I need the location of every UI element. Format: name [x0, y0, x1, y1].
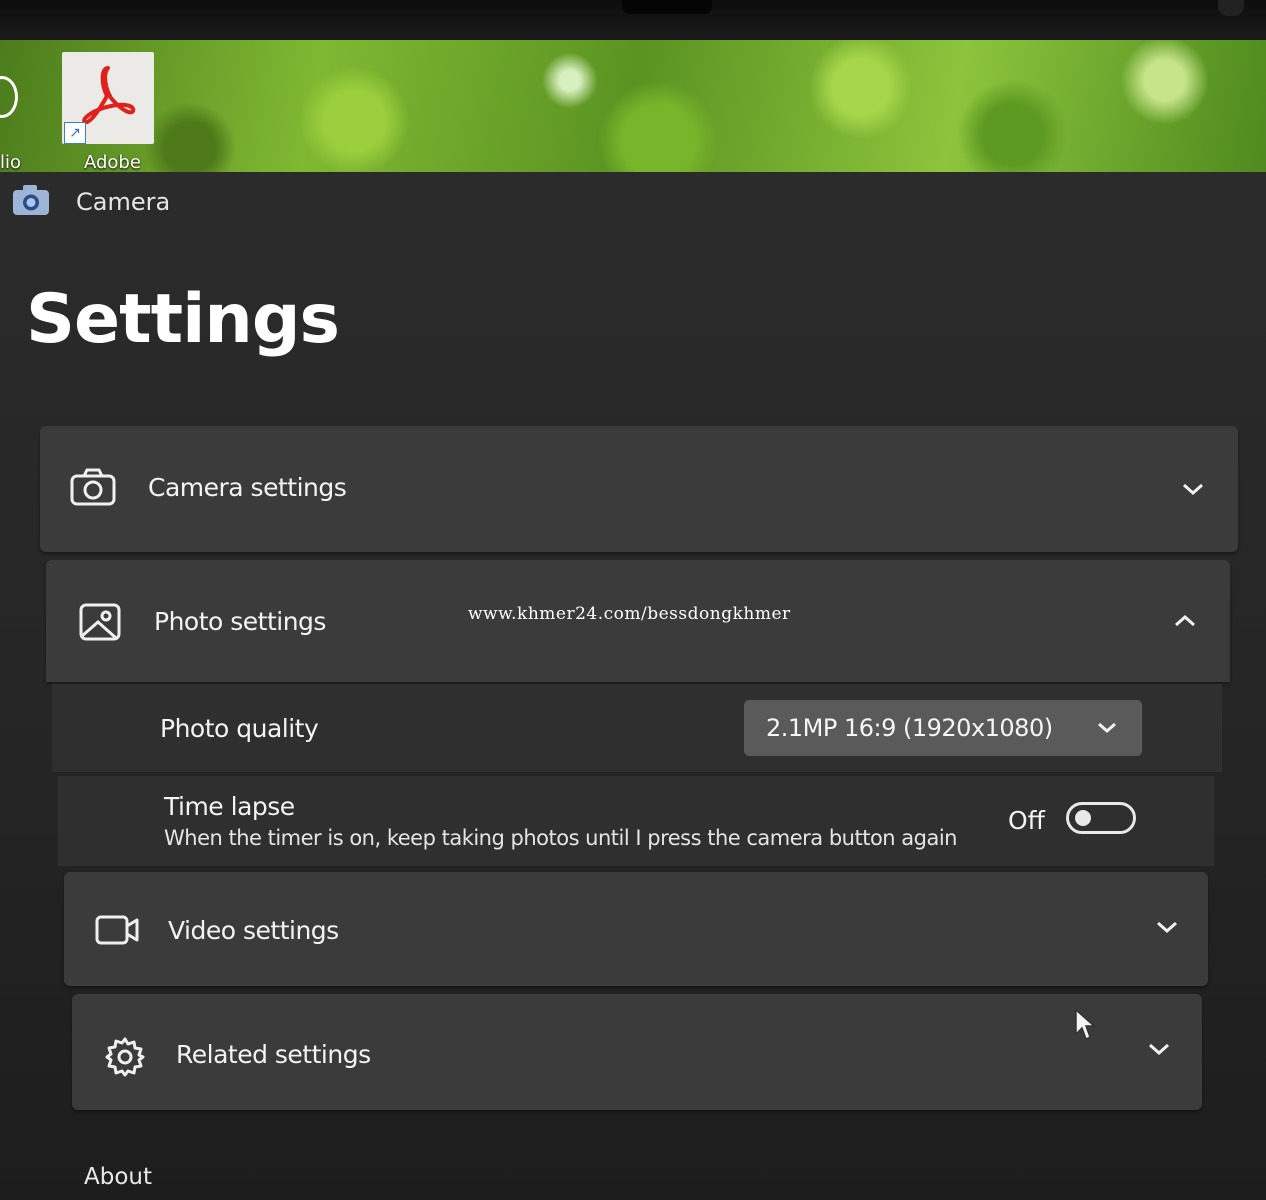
watermark-text: www.khmer24.com/bessdongkhmer: [468, 604, 791, 624]
desktop-shortcut-label[interactable]: Adobe: [84, 152, 141, 173]
chevron-up-icon[interactable]: [1172, 612, 1198, 630]
photo-icon: [79, 603, 121, 641]
about-link[interactable]: About: [84, 1164, 152, 1190]
chevron-down-icon[interactable]: [1146, 1040, 1172, 1058]
chevron-down-icon: [1098, 722, 1116, 733]
time-lapse-description: When the timer is on, keep taking photos…: [164, 826, 958, 850]
time-lapse-toggle[interactable]: [1066, 802, 1136, 834]
photo-quality-label: Photo quality: [160, 714, 319, 743]
camera-icon: [13, 185, 49, 215]
video-settings-expander[interactable]: Video settings: [64, 872, 1208, 986]
monitor-bezel-notch: [622, 0, 712, 14]
toggle-knob: [1075, 810, 1091, 826]
camera-icon: [70, 468, 116, 506]
webcam-housing: [1218, 0, 1244, 16]
video-camera-icon: [95, 915, 139, 945]
photo-quality-row: Photo quality 2.1MP 16:9 (1920x1080): [52, 684, 1222, 772]
mouse-cursor-icon: [1075, 1008, 1096, 1041]
time-lapse-row: Time lapse When the timer is on, keep ta…: [58, 776, 1214, 866]
page-title: Settings: [26, 280, 340, 359]
photo-settings-label: Photo settings: [154, 607, 326, 636]
desktop-partial-label: lio: [0, 152, 22, 173]
time-lapse-state-label: Off: [1008, 806, 1045, 835]
camera-app-window: Camera Settings Camera settings Photo se…: [0, 172, 1266, 1200]
camera-settings-expander[interactable]: Camera settings: [40, 426, 1238, 552]
related-settings-label: Related settings: [176, 1040, 371, 1069]
app-title: Camera: [76, 188, 171, 216]
shortcut-arrow-icon: ↗: [64, 122, 86, 144]
photo-quality-dropdown[interactable]: 2.1MP 16:9 (1920x1080): [744, 700, 1142, 756]
related-settings-expander[interactable]: Related settings: [72, 994, 1202, 1110]
chevron-down-icon[interactable]: [1180, 480, 1206, 498]
gear-icon: [105, 1037, 145, 1077]
chevron-down-icon[interactable]: [1154, 918, 1180, 936]
video-settings-label: Video settings: [168, 916, 339, 945]
desktop-wallpaper: [0, 40, 1266, 175]
camera-settings-label: Camera settings: [148, 473, 347, 502]
photo-quality-value: 2.1MP 16:9 (1920x1080): [766, 714, 1053, 742]
time-lapse-label: Time lapse: [164, 792, 295, 821]
